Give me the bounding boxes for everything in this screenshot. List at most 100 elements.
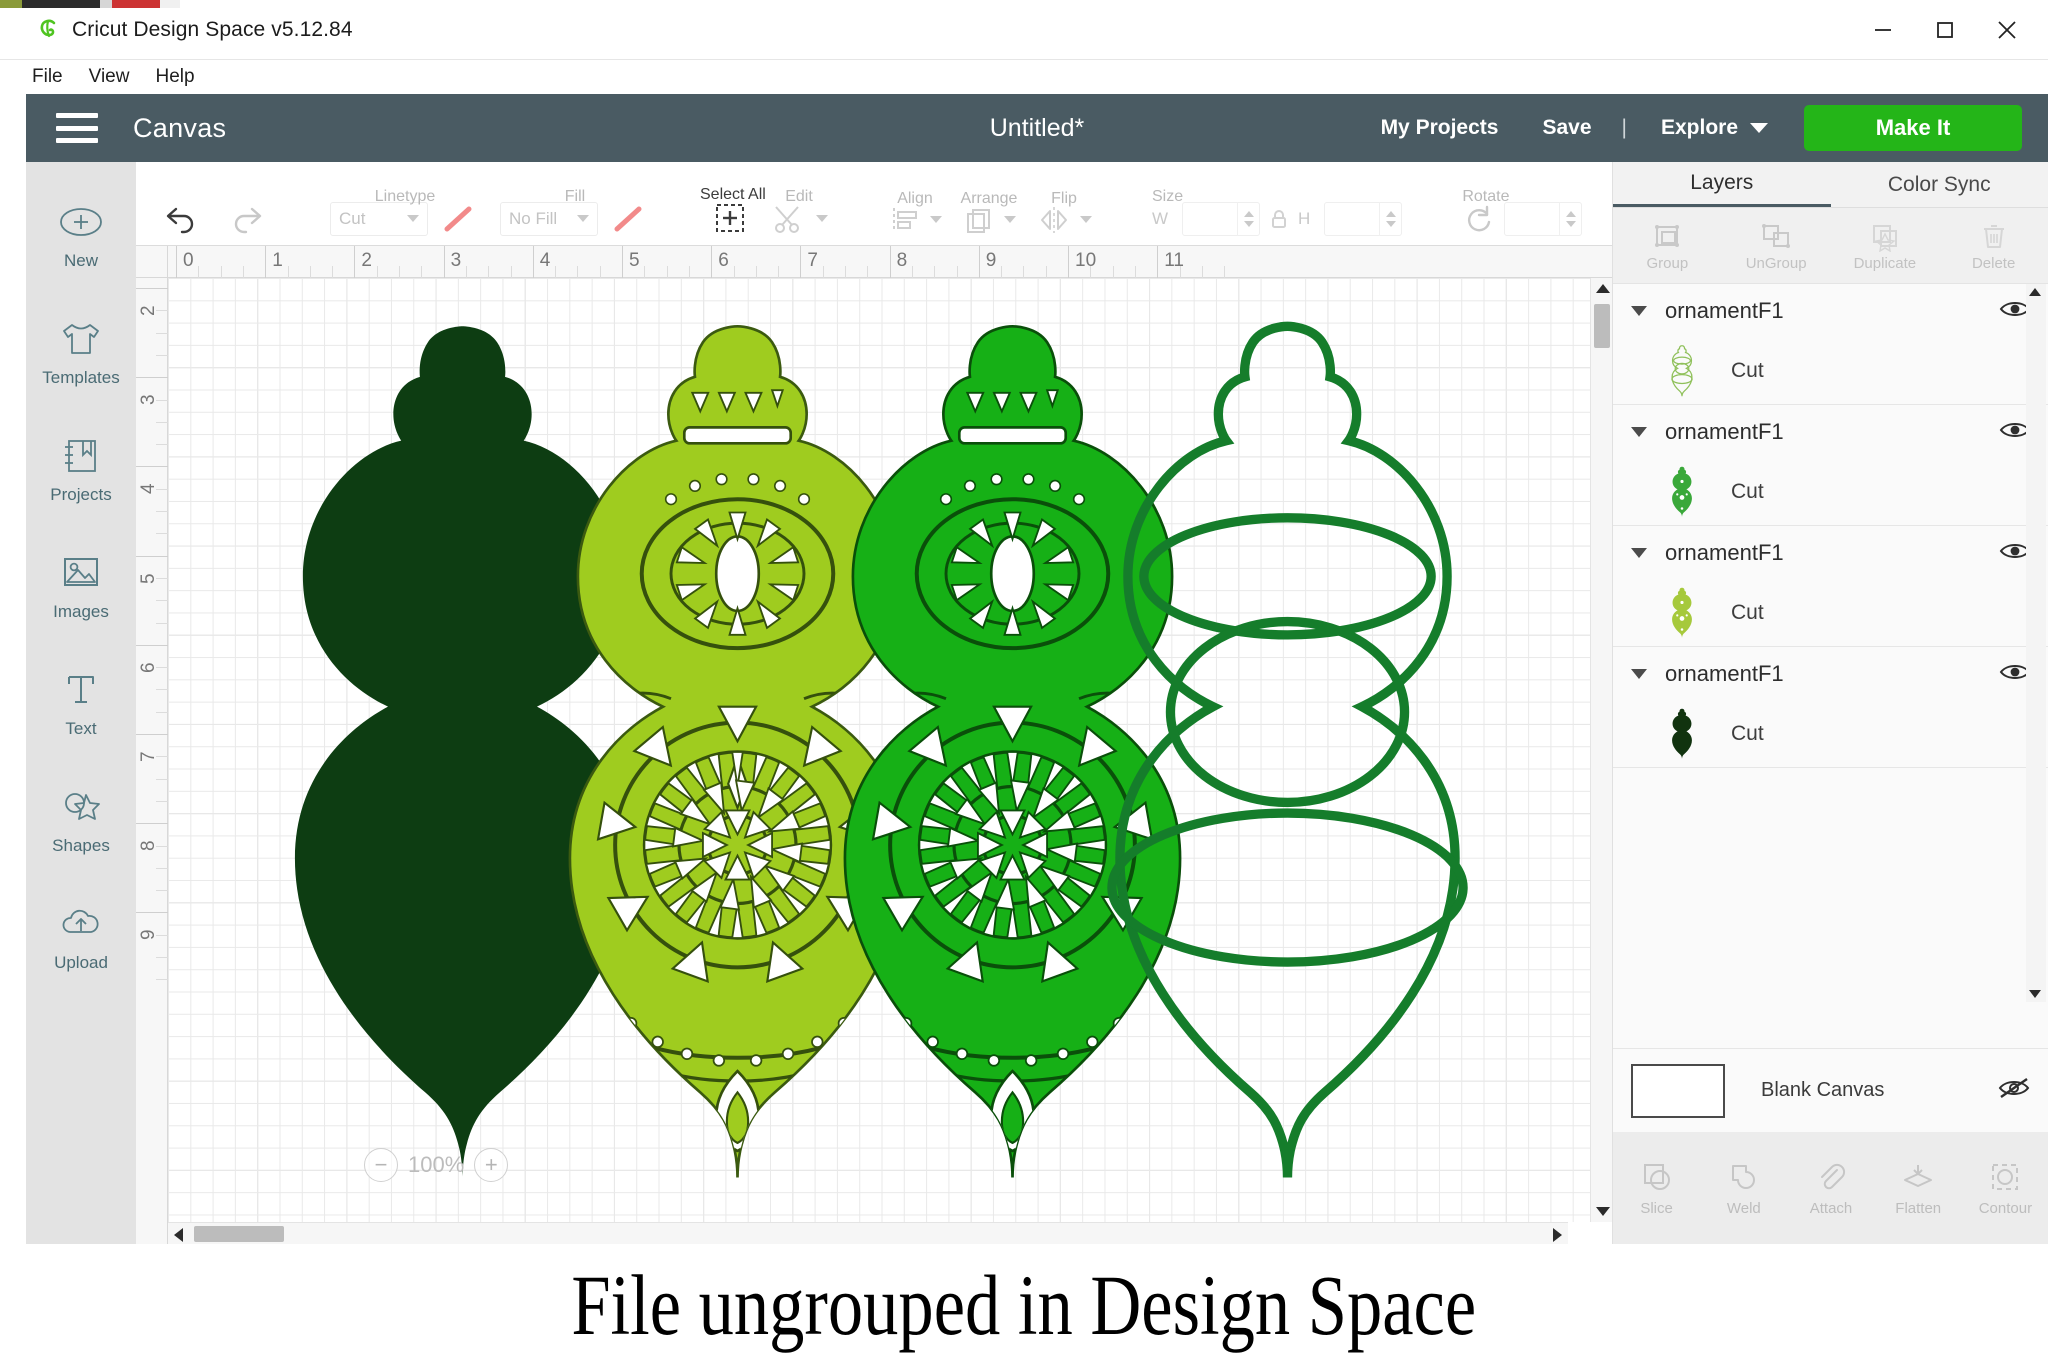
redo-button[interactable] [214, 174, 280, 246]
layers-list[interactable]: ornamentF1 Cut ornamentF1 Cut ornamentF1… [1613, 284, 2048, 1002]
undo-button[interactable] [148, 174, 214, 246]
layers-scrollbar[interactable] [2026, 284, 2046, 1002]
maximize-icon[interactable] [1914, 1, 1976, 59]
zoom-control[interactable]: − 100% + [364, 1148, 509, 1182]
size-control[interactable]: Size W H [1142, 176, 1412, 246]
slice-button[interactable]: Slice [1613, 1132, 1700, 1244]
ruler-label: 9 [985, 250, 997, 271]
vertical-scroll-thumb[interactable] [1594, 304, 1610, 348]
sidebar-item-text[interactable]: Text [26, 644, 136, 761]
width-stepper[interactable] [1237, 201, 1259, 236]
tab-color-sync[interactable]: Color Sync [1831, 162, 2048, 207]
layer-child-row[interactable]: Cut [1613, 459, 2048, 525]
ruler-tick [136, 912, 168, 914]
canvas-vertical-scrollbar[interactable] [1590, 278, 1612, 1222]
blank-canvas-row[interactable]: Blank Canvas [1613, 1048, 2048, 1132]
fill-select[interactable]: No Fill [500, 201, 598, 236]
zoom-in-button[interactable]: + [474, 1148, 509, 1182]
group-button[interactable]: Group [1613, 208, 1722, 283]
linetype-color-swatch[interactable] [436, 202, 480, 236]
attach-button[interactable]: Attach [1787, 1132, 1874, 1244]
ornament-mandala-green[interactable] [843, 324, 1182, 1179]
canvas-grid[interactable]: − 100% + [168, 278, 1590, 1222]
layer-header[interactable]: ornamentF1 [1613, 405, 2048, 459]
scroll-down-arrow-icon[interactable] [2029, 990, 2041, 998]
edit-button[interactable]: Edit [760, 176, 838, 246]
duplicate-button[interactable]: Duplicate [1831, 208, 1940, 283]
weld-button[interactable]: Weld [1700, 1132, 1787, 1244]
linetype-control[interactable]: Linetype Cut [320, 176, 490, 246]
sidebar-item-projects[interactable]: Projects [26, 410, 136, 527]
sidebar-item-templates[interactable]: Templates [26, 293, 136, 410]
arrange-button[interactable]: Arrange [952, 178, 1026, 246]
layer-name: ornamentF1 [1665, 540, 1784, 565]
triangle-down-icon[interactable] [1631, 306, 1647, 316]
eye-hidden-icon[interactable] [1997, 1076, 2031, 1105]
canvas-horizontal-scrollbar[interactable] [168, 1222, 1568, 1244]
explore-machine-selector[interactable]: Explore [1635, 116, 1786, 140]
sidebar-item-new[interactable]: New [26, 176, 136, 293]
linetype-select[interactable]: Cut [330, 201, 428, 236]
menu-view[interactable]: View [89, 66, 130, 88]
hamburger-icon[interactable] [56, 113, 98, 143]
chevron-down-icon [407, 215, 419, 222]
layer-header[interactable]: ornamentF1 [1613, 284, 2048, 338]
scroll-right-arrow-icon[interactable] [1553, 1228, 1562, 1242]
close-icon[interactable] [1976, 1, 2038, 59]
ruler-minor-tick [156, 890, 168, 892]
layer-header[interactable]: ornamentF1 [1613, 526, 2048, 580]
fill-control[interactable]: Fill No Fill [490, 176, 660, 246]
flatten-button[interactable]: Flatten [1875, 1132, 1962, 1244]
plus-circle-icon [57, 199, 105, 245]
ornament-outline-green[interactable] [1107, 326, 1468, 1177]
scroll-down-arrow-icon[interactable] [1596, 1207, 1610, 1216]
canvas-artwork[interactable] [168, 278, 1590, 1222]
sidebar-item-images[interactable]: Images [26, 527, 136, 644]
delete-button[interactable]: Delete [1939, 208, 2048, 283]
ornament-mandala-chartreuse[interactable] [568, 324, 907, 1179]
layer-header[interactable]: ornamentF1 [1613, 647, 2048, 701]
horizontal-scroll-thumb[interactable] [194, 1226, 284, 1242]
zoom-out-button[interactable]: − [364, 1148, 398, 1182]
triangle-down-icon[interactable] [1631, 669, 1647, 679]
sidebar-item-upload[interactable]: Upload [26, 878, 136, 995]
width-input[interactable] [1182, 201, 1261, 236]
scroll-left-arrow-icon[interactable] [174, 1228, 183, 1242]
triangle-down-icon[interactable] [1631, 548, 1647, 558]
canvas-color-swatch[interactable] [1631, 1063, 1725, 1118]
save-button[interactable]: Save [1520, 116, 1613, 140]
triangle-down-icon[interactable] [1631, 427, 1647, 437]
menu-file[interactable]: File [32, 66, 63, 88]
align-button[interactable]: Align [878, 178, 952, 246]
layer-group[interactable]: ornamentF1 Cut [1613, 526, 2048, 647]
rotate-stepper[interactable] [1559, 201, 1581, 236]
ungroup-button[interactable]: UnGroup [1722, 208, 1831, 283]
ruler-tick [889, 246, 891, 278]
rotate-control[interactable]: Rotate [1452, 176, 1592, 246]
ruler-minor-tick [1179, 266, 1181, 278]
flip-button[interactable]: Flip [1026, 178, 1102, 246]
rotate-input[interactable] [1504, 201, 1583, 236]
scroll-up-arrow-icon[interactable] [2029, 288, 2041, 296]
layer-child-row[interactable]: Cut [1613, 701, 2048, 767]
layer-child-row[interactable]: Cut [1613, 580, 2048, 646]
minimize-icon[interactable] [1852, 1, 1914, 59]
height-input[interactable] [1324, 201, 1403, 236]
lock-icon[interactable] [1268, 208, 1290, 230]
menu-help[interactable]: Help [155, 66, 194, 88]
sidebar-item-shapes[interactable]: Shapes [26, 761, 136, 878]
layer-child-row[interactable]: Cut [1613, 338, 2048, 404]
select-all-button[interactable]: Select All [700, 174, 766, 246]
ornament-silhouette-dark[interactable] [294, 326, 631, 1178]
layer-group[interactable]: ornamentF1 Cut [1613, 647, 2048, 768]
contour-button[interactable]: Contour [1962, 1132, 2048, 1244]
layer-group[interactable]: ornamentF1 Cut [1613, 405, 2048, 526]
my-projects-link[interactable]: My Projects [1359, 116, 1521, 140]
make-it-button[interactable]: Make It [1804, 105, 2022, 151]
scroll-up-arrow-icon[interactable] [1596, 284, 1610, 293]
select-all-icon [716, 203, 744, 232]
fill-color-swatch[interactable] [606, 202, 650, 236]
tab-layers[interactable]: Layers [1613, 162, 1831, 207]
height-stepper[interactable] [1379, 201, 1401, 236]
layer-group[interactable]: ornamentF1 Cut [1613, 284, 2048, 405]
